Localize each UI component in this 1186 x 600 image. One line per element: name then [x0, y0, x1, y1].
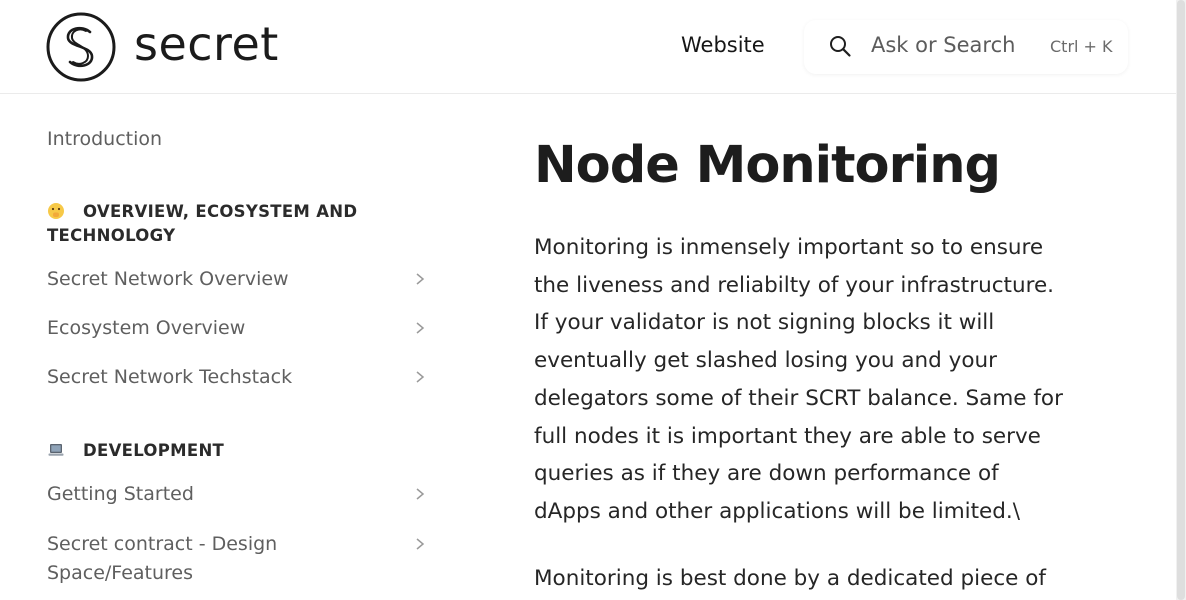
- website-nav-link[interactable]: Website: [681, 33, 765, 57]
- sidebar-item-introduction[interactable]: Introduction: [47, 128, 162, 150]
- sidebar-section-title: DEVELOPMENT: [83, 441, 225, 460]
- page-scrollbar[interactable]: [1176, 0, 1186, 600]
- face-with-hand-over-mouth-emoji-icon: [48, 203, 64, 219]
- chevron-right-icon[interactable]: [413, 370, 427, 384]
- search-placeholder: Ask or Search: [871, 33, 1016, 57]
- sidebar-section-development: DEVELOPMENT: [47, 439, 224, 463]
- chevron-right-icon[interactable]: [413, 537, 427, 551]
- sidebar-item-label: Ecosystem Overview: [47, 317, 246, 339]
- body-paragraph: Monitoring is inmensely important so to …: [534, 235, 1063, 524]
- sidebar-section-overview: OVERVIEW, ECOSYSTEM AND TECHNOLOGY: [47, 200, 377, 248]
- search-box[interactable]: Ask or Search Ctrl + K: [804, 20, 1128, 74]
- sidebar-item-label: Getting Started: [47, 483, 194, 505]
- sidebar-item-label: Secret contract - Design Space/Features: [47, 533, 278, 584]
- main-content: Node Monitoring Monitoring is inmensely …: [534, 130, 1094, 597]
- body-paragraph: Monitoring is best done by a dedicated p…: [534, 565, 1046, 591]
- sidebar-item-label: Secret Network Overview: [47, 268, 289, 290]
- logo-wordmark: secret: [134, 17, 279, 71]
- chevron-right-icon[interactable]: [413, 321, 427, 335]
- laptop-emoji-icon: [48, 444, 64, 456]
- sidebar-item-secret-network-overview[interactable]: Secret Network Overview: [47, 265, 427, 294]
- sidebar-item-secret-contract-design-space[interactable]: Secret contract - Design Space/Features: [47, 530, 427, 588]
- chevron-right-icon[interactable]: [413, 272, 427, 286]
- secret-logo-icon: [46, 12, 116, 82]
- page-title: Node Monitoring: [534, 136, 1001, 195]
- scrollbar-thumb[interactable]: [1177, 0, 1185, 600]
- sidebar-item-getting-started[interactable]: Getting Started: [47, 480, 427, 509]
- sidebar-section-title: OVERVIEW, ECOSYSTEM AND TECHNOLOGY: [47, 202, 358, 245]
- sidebar-item-secret-network-techstack[interactable]: Secret Network Techstack: [47, 363, 427, 392]
- secret-logo-link[interactable]: secret: [46, 12, 279, 82]
- sidebar-item-label: Secret Network Techstack: [47, 366, 293, 388]
- sidebar-item-ecosystem-overview[interactable]: Ecosystem Overview: [47, 314, 427, 343]
- search-shortcut-hint: Ctrl + K: [1050, 37, 1113, 56]
- top-header: secret Website Ask or Search Ctrl + K: [0, 0, 1176, 94]
- chevron-right-icon[interactable]: [413, 487, 427, 501]
- search-icon: [830, 36, 851, 57]
